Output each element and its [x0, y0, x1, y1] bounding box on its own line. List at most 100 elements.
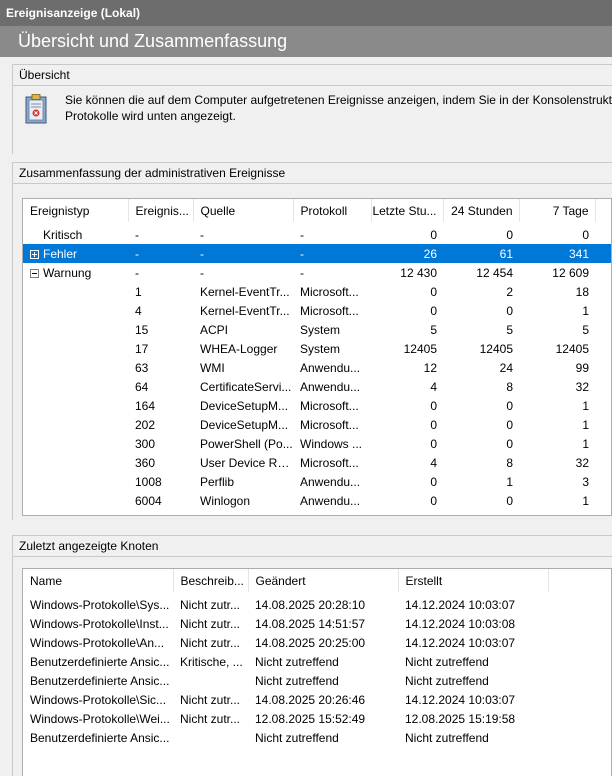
- recent-section-header[interactable]: Zuletzt angezeigte Knoten: [12, 535, 612, 557]
- summary-cell-type: [23, 396, 128, 415]
- recent-cell-desc: Kritische, ...: [180, 654, 243, 669]
- recent-row[interactable]: Windows-Protokolle\An... Nicht zutr... 14.…: [23, 633, 611, 652]
- summary-cell-h24: 0: [506, 398, 513, 413]
- summary-cell-log: Microsoft...: [300, 398, 359, 413]
- recent-cell-created: Nicht zutreffend: [405, 654, 489, 669]
- summary-cell-filler: [595, 491, 611, 510]
- recent-row[interactable]: Windows-Protokolle\Wei... Nicht zutr... 12…: [23, 709, 611, 728]
- summary-cell-h24: 0: [506, 436, 513, 451]
- recent-row[interactable]: Benutzerdefinierte Ansic... Nicht zutreff…: [23, 728, 611, 747]
- summary-cell-filler: [595, 377, 611, 396]
- summary-cell-type: Warnung: [23, 263, 128, 282]
- summary-cell-log: Microsoft...: [300, 303, 359, 318]
- summary-cell-type: [23, 377, 128, 396]
- summary-row[interactable]: 17 WHEA-Logger System 12405 12405 12405: [23, 339, 611, 358]
- recent-cell-name: Benutzerdefinierte Ansic...: [30, 730, 170, 745]
- summary-cell-last: 26: [371, 244, 443, 263]
- summary-row[interactable]: 1 Kernel-EventTr... Microsoft... 0 2 18: [23, 282, 611, 301]
- col-header-name[interactable]: Name: [23, 569, 174, 592]
- summary-cell-d7: 12 609: [552, 265, 589, 280]
- summary-cell-filler: [595, 225, 611, 244]
- recent-cell-desc: Nicht zutr...: [180, 616, 241, 631]
- summary-cell-last: 12 430: [400, 265, 437, 280]
- summary-cell-d7: 5: [582, 322, 589, 337]
- col-header-beschreibung[interactable]: Beschreib...: [173, 569, 249, 592]
- recent-cell-filler: [548, 652, 611, 671]
- recent-cell-name: Windows-Protokolle\Sic...: [30, 692, 167, 707]
- recent-row[interactable]: Windows-Protokolle\Sys... Nicht zutr... 14…: [23, 595, 611, 614]
- summary-row[interactable]: 15 ACPI System 5 5 5: [23, 320, 611, 339]
- recent-cell-filler: [548, 633, 611, 652]
- recent-row[interactable]: Windows-Protokolle\Sic... Nicht zutr... 14…: [23, 690, 611, 709]
- summary-cell-id: -: [135, 265, 139, 280]
- collapse-icon[interactable]: [30, 268, 39, 278]
- summary-cell-type: [23, 491, 128, 510]
- event-log-icon: [25, 94, 47, 124]
- summary-cell-d7: 1: [582, 436, 589, 451]
- recent-cell-created: Nicht zutreffend: [405, 730, 489, 745]
- summary-cell-last: 4: [430, 379, 437, 394]
- col-header-filler: [595, 199, 611, 222]
- col-header-ereignis-id[interactable]: Ereignis...: [128, 199, 194, 222]
- summary-cell-id: 15: [135, 322, 149, 337]
- recent-cell-name: Windows-Protokolle\Wei...: [30, 711, 170, 726]
- summary-cell-log: Microsoft...: [300, 284, 359, 299]
- summary-row[interactable]: 64 CertificateServi... Anwendu... 4 8 32: [23, 377, 611, 396]
- summary-cell-h24: 61: [443, 244, 519, 263]
- summary-cell-id: 63: [135, 360, 149, 375]
- col-header-filler: [548, 569, 611, 592]
- col-header-erstellt[interactable]: Erstellt: [398, 569, 549, 592]
- expand-icon[interactable]: [30, 249, 39, 259]
- summary-row[interactable]: 1008 Perflib Anwendu... 0 1 3: [23, 472, 611, 491]
- summary-cell-filler: [595, 453, 611, 472]
- recent-cell-created: 14.12.2024 10:03:08: [405, 616, 516, 631]
- summary-row[interactable]: Kritisch - - - 0 0 0: [23, 225, 611, 244]
- summary-row[interactable]: 202 DeviceSetupM... Microsoft... 0 0 1: [23, 415, 611, 434]
- col-header-geaendert[interactable]: Geändert: [248, 569, 399, 592]
- overview-section-header[interactable]: Übersicht: [12, 64, 612, 86]
- summary-row[interactable]: 360 User Device Re... Microsoft... 4 8 32: [23, 453, 611, 472]
- summary-cell-d7: 18: [575, 284, 589, 299]
- summary-cell-filler: [595, 301, 611, 320]
- summary-cell-filler: [595, 396, 611, 415]
- summary-cell-filler: [595, 244, 611, 263]
- summary-section-title: Zusammenfassung der administrativen Erei…: [19, 166, 286, 180]
- summary-row[interactable]: Warnung - - - 12 430 12 454 12 609: [23, 263, 611, 282]
- summary-row[interactable]: 6004 Winlogon Anwendu... 0 0 1: [23, 491, 611, 510]
- summary-row[interactable]: 164 DeviceSetupM... Microsoft... 0 0 1: [23, 396, 611, 415]
- col-header-protokoll[interactable]: Protokoll: [293, 199, 372, 222]
- recent-cell-name: Windows-Protokolle\An...: [30, 635, 165, 650]
- summary-section-header[interactable]: Zusammenfassung der administrativen Erei…: [12, 162, 612, 184]
- summary-row[interactable]: Fehler - - -26 61 341: [23, 244, 611, 263]
- summary-cell-log: Anwendu...: [300, 474, 361, 489]
- summary-row[interactable]: 63 WMI Anwendu... 12 24 99: [23, 358, 611, 377]
- recent-cell-name: Windows-Protokolle\Inst...: [30, 616, 169, 631]
- summary-cell-last: 12: [423, 360, 437, 375]
- summary-cell-source: Kernel-EventTr...: [200, 303, 290, 318]
- recent-cell-name: Windows-Protokolle\Sys...: [30, 597, 170, 612]
- summary-cell-type: Kritisch: [23, 225, 128, 244]
- summary-cell-type: [23, 472, 128, 491]
- col-header-24-stunden[interactable]: 24 Stunden: [443, 199, 520, 222]
- summary-cell-source: -: [200, 265, 204, 280]
- col-header-ereignistyp[interactable]: Ereignistyp: [23, 199, 129, 222]
- summary-row[interactable]: 4 Kernel-EventTr... Microsoft... 0 0 1: [23, 301, 611, 320]
- recent-cell-created: 14.12.2024 10:03:07: [405, 635, 516, 650]
- col-header-7-tage[interactable]: 7 Tage: [519, 199, 596, 222]
- recent-cell-changed: Nicht zutreffend: [255, 673, 339, 688]
- summary-cell-source: DeviceSetupM...: [200, 417, 289, 432]
- col-header-quelle[interactable]: Quelle: [193, 199, 294, 222]
- recent-row[interactable]: Benutzerdefinierte Ansic... Kritische, ..…: [23, 652, 611, 671]
- recent-row[interactable]: Benutzerdefinierte Ansic... Nicht zutreff…: [23, 671, 611, 690]
- summary-cell-last: 0: [430, 303, 437, 318]
- summary-cell-type: [23, 453, 128, 472]
- recent-cell-filler: [548, 671, 611, 690]
- summary-cell-h24: 12405: [479, 341, 513, 356]
- recent-cell-changed: 14.08.2025 20:28:10: [255, 597, 366, 612]
- summary-cell-h24: 8: [506, 379, 513, 394]
- summary-cell-id: 300: [135, 436, 156, 451]
- recent-row[interactable]: Windows-Protokolle\Inst... Nicht zutr... 1…: [23, 614, 611, 633]
- summary-cell-last: 0: [430, 436, 437, 451]
- col-header-letzte-stunde[interactable]: Letzte Stu...: [371, 199, 444, 222]
- summary-row[interactable]: 300 PowerShell (Po... Windows ... 0 0 1: [23, 434, 611, 453]
